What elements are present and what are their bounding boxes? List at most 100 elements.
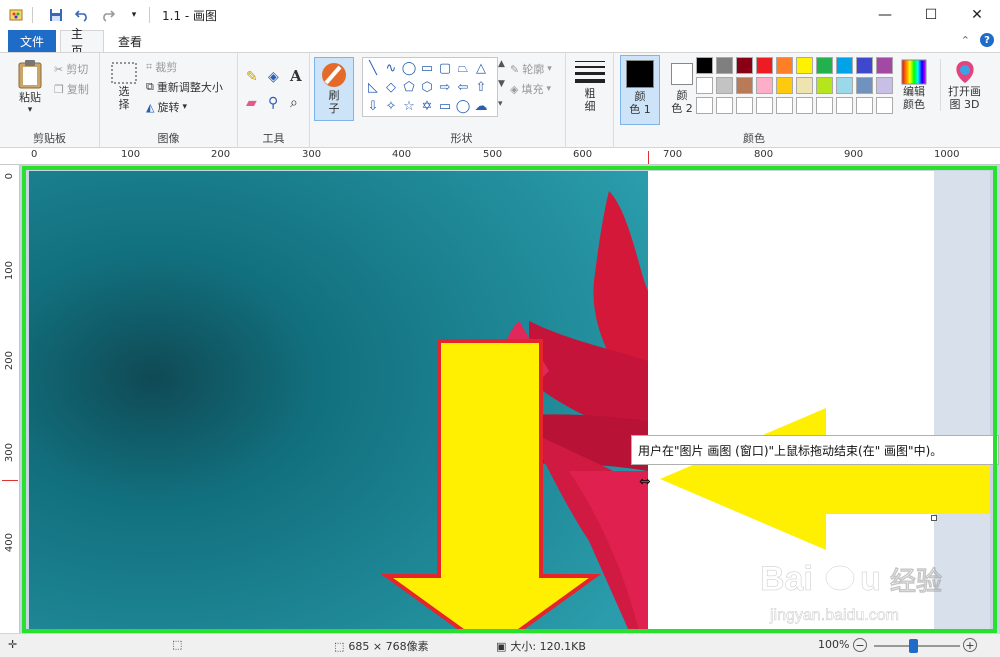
undo-icon[interactable] [73, 6, 91, 24]
six-point-star-shape-icon[interactable]: ✡ [419, 98, 435, 114]
right-arrow-shape-icon[interactable]: ⇨ [437, 79, 453, 95]
collapse-ribbon-icon[interactable]: ⌃ [961, 34, 970, 47]
color-swatch[interactable] [856, 57, 873, 74]
hexagon-shape-icon[interactable]: ⬡ [419, 79, 435, 95]
canvas-resize-handle[interactable] [931, 515, 937, 521]
color-swatch[interactable] [796, 57, 813, 74]
color-swatch[interactable] [736, 57, 753, 74]
color-swatch[interactable] [816, 77, 833, 94]
color-swatch[interactable] [876, 77, 893, 94]
color1-button[interactable]: 颜 色 1 [620, 55, 660, 125]
color-swatch[interactable] [836, 77, 853, 94]
magnifier-icon[interactable]: ⌕ [290, 95, 298, 111]
edit-colors-button[interactable]: 编辑 颜色 [896, 59, 932, 111]
rounded-rectangle-shape-icon[interactable]: ▢ [437, 60, 453, 76]
rectangle-shape-icon[interactable]: ▭ [419, 60, 435, 76]
zoom-slider-thumb[interactable] [909, 639, 918, 653]
fill-bucket-icon[interactable]: ◈ [268, 69, 279, 85]
paste-button[interactable]: 粘贴 ▾ [10, 59, 50, 115]
fill-button[interactable]: ◈ 填充 ▾ [510, 81, 551, 97]
color-swatch[interactable] [696, 57, 713, 74]
color-swatch[interactable] [836, 97, 853, 114]
color-swatch[interactable] [876, 57, 893, 74]
svg-text:经验: 经验 [890, 566, 942, 597]
redo-icon[interactable] [99, 6, 117, 24]
title-bar: ▾ 1.1 - 画图 — ☐ ✕ [0, 0, 1000, 30]
color-swatch[interactable] [816, 97, 833, 114]
customize-toolbar-icon[interactable]: ▾ [125, 6, 143, 24]
color-swatch[interactable] [856, 77, 873, 94]
color-swatch[interactable] [816, 57, 833, 74]
brush-icon [322, 63, 346, 87]
oval-shape-icon[interactable]: ◯ [401, 60, 417, 76]
help-icon[interactable]: ? [980, 33, 994, 47]
left-arrow-shape-icon[interactable]: ⇦ [455, 79, 471, 95]
brushes-button[interactable]: 刷 子 [314, 57, 354, 121]
color-swatch[interactable] [756, 57, 773, 74]
separator [149, 7, 150, 23]
cloud-callout-shape-icon[interactable]: ☁ [473, 98, 489, 114]
canvas-image[interactable] [29, 171, 648, 631]
zoom-in-button[interactable]: + [963, 638, 977, 652]
maximize-button[interactable]: ☐ [908, 0, 954, 30]
zoom-out-button[interactable]: − [853, 638, 867, 652]
color-swatch[interactable] [756, 97, 773, 114]
color-swatch[interactable] [716, 77, 733, 94]
rotate-button[interactable]: ◭ 旋转 ▾ [146, 99, 187, 115]
diamond-shape-icon[interactable]: ◇ [383, 79, 399, 95]
save-icon[interactable] [47, 6, 65, 24]
color-swatch[interactable] [736, 77, 753, 94]
crop-button[interactable]: ⌗ 裁剪 [146, 59, 177, 75]
tab-home[interactable]: 主页 [60, 27, 104, 58]
color-swatch[interactable] [716, 97, 733, 114]
line-shape-icon[interactable]: ╲ [365, 60, 381, 76]
color-swatch[interactable] [796, 97, 813, 114]
polygon-shape-icon[interactable]: ⏢ [455, 60, 471, 76]
color-swatch[interactable] [716, 57, 733, 74]
close-button[interactable]: ✕ [954, 0, 1000, 30]
ruler-tick: 1000 [934, 149, 960, 160]
color-swatch[interactable] [776, 57, 793, 74]
color-swatch[interactable] [756, 77, 773, 94]
cut-button[interactable]: ✂ 剪切 [54, 61, 88, 77]
color-swatch[interactable] [836, 57, 853, 74]
rounded-callout-shape-icon[interactable]: ▭ [437, 98, 453, 114]
copy-button[interactable]: ❐ 复制 [54, 81, 89, 97]
color-swatch[interactable] [856, 97, 873, 114]
up-arrow-shape-icon[interactable]: ⇧ [473, 79, 489, 95]
outline-button[interactable]: ✎ 轮廓 ▾ [510, 61, 552, 77]
shapes-scroll-up-icon[interactable]: ▲ [498, 59, 505, 69]
brushes-label: 刷 子 [328, 89, 340, 115]
color-swatch[interactable] [736, 97, 753, 114]
tab-file[interactable]: 文件 [8, 30, 56, 52]
down-arrow-shape-icon[interactable]: ⇩ [365, 98, 381, 114]
shapes-expand-icon[interactable]: ▾ [498, 99, 503, 109]
oval-callout-shape-icon[interactable]: ◯ [455, 98, 471, 114]
tab-view[interactable]: 查看 [108, 30, 152, 52]
select-button[interactable]: 选 择 [108, 61, 140, 111]
shapes-scroll-down-icon[interactable]: ▼ [498, 79, 505, 89]
color-swatch[interactable] [796, 77, 813, 94]
resize-button[interactable]: ⧉ 重新调整大小 [146, 79, 223, 95]
color-picker-icon[interactable]: ⚲ [268, 95, 278, 111]
text-tool-icon[interactable]: A [290, 67, 302, 85]
selection-size-icon: ⬚ [172, 638, 183, 651]
minimize-button[interactable]: — [862, 0, 908, 30]
cursor-position-marker [648, 151, 649, 164]
color-swatch[interactable] [876, 97, 893, 114]
size-button[interactable]: 粗 细 [572, 59, 608, 113]
right-triangle-shape-icon[interactable]: ◺ [365, 79, 381, 95]
pentagon-shape-icon[interactable]: ⬠ [401, 79, 417, 95]
eraser-icon[interactable]: ▰ [246, 95, 257, 111]
curve-shape-icon[interactable]: ∿ [383, 60, 399, 76]
four-point-star-shape-icon[interactable]: ✧ [383, 98, 399, 114]
color-swatch[interactable] [696, 97, 713, 114]
five-point-star-shape-icon[interactable]: ☆ [401, 98, 417, 114]
triangle-shape-icon[interactable]: △ [473, 60, 489, 76]
paint3d-button[interactable]: 打开画 图 3D [940, 59, 984, 111]
pencil-icon[interactable]: ✎ [246, 69, 258, 85]
shapes-gallery[interactable]: ╲ ∿ ◯ ▭ ▢ ⏢ △ ◺ ◇ ⬠ ⬡ ⇨ ⇦ ⇧ ⇩ ✧ ☆ ✡ ▭ ◯ … [362, 57, 498, 117]
color-swatch[interactable] [776, 77, 793, 94]
color-swatch[interactable] [696, 77, 713, 94]
color-swatch[interactable] [776, 97, 793, 114]
